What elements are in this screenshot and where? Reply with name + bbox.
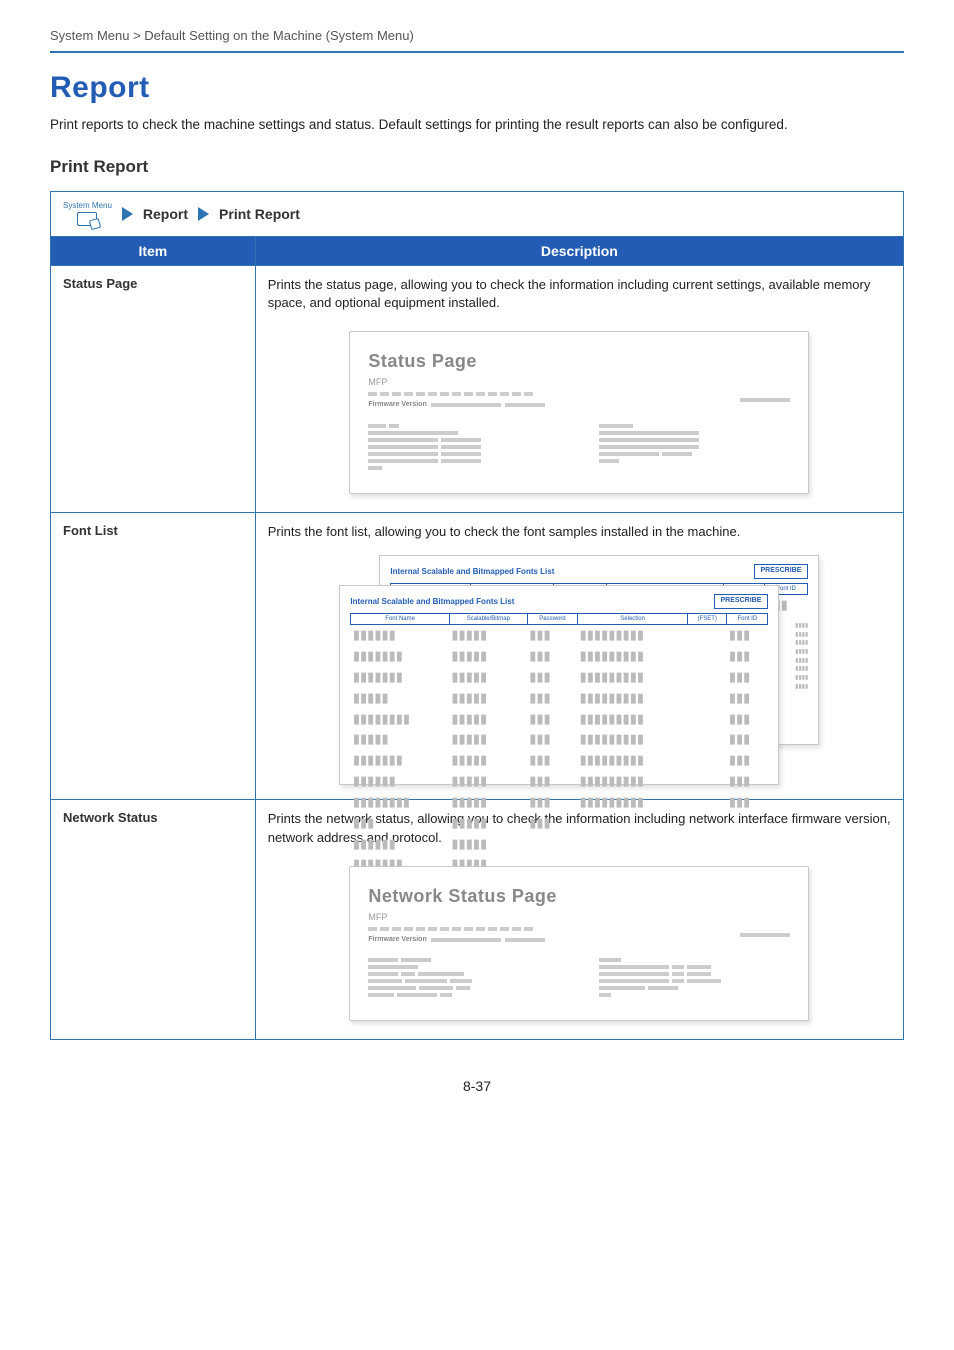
desc-text: Prints the status page, allowing you to … xyxy=(268,277,871,311)
font-col: (FSET) xyxy=(688,613,727,625)
chevron-right-icon xyxy=(198,207,209,221)
font-col: Scalable/Bitmap xyxy=(449,613,527,625)
nav-crumb-print-report: Print Report xyxy=(219,206,300,222)
item-cell: Status Page xyxy=(51,265,256,512)
font-table: Font NameScalable/BitmapPasswordSelectio… xyxy=(350,613,768,897)
mock-subtitle: MFP xyxy=(368,376,790,389)
firmware-label: Firmware Version xyxy=(368,935,426,945)
nav-path-box: System Menu Report Print Report xyxy=(50,191,904,236)
desc-text: Prints the font list, allowing you to ch… xyxy=(268,524,741,539)
font-mock-title: Internal Scalable and Bitmapped Fonts Li… xyxy=(390,566,554,578)
firmware-label: Firmware Version xyxy=(368,400,426,410)
col-header-description: Description xyxy=(255,236,903,265)
mock-subtitle: MFP xyxy=(368,911,790,924)
page-title: Report xyxy=(50,71,904,105)
firmware-row: Firmware Version xyxy=(368,935,790,945)
font-mock-title: Internal Scalable and Bitmapped Fonts Li… xyxy=(350,596,514,608)
table-row: Font List Prints the font list, allowing… xyxy=(51,512,904,800)
mock-title: Status Page xyxy=(368,348,790,374)
report-table: Item Description Status Page Prints the … xyxy=(50,236,904,1041)
table-row: Status Page Prints the status page, allo… xyxy=(51,265,904,512)
network-status-mock: Network Status Page MFP Firmware Version xyxy=(349,866,809,1021)
section-title: Print Report xyxy=(50,157,904,177)
divider xyxy=(50,51,904,53)
font-col: Selection xyxy=(578,613,688,625)
firmware-row: Firmware Version xyxy=(368,400,790,410)
desc-cell: Prints the status page, allowing you to … xyxy=(255,265,903,512)
status-page-mock: Status Page MFP Firmware Version xyxy=(349,331,809,493)
icon-label: System Menu xyxy=(63,202,112,210)
page-number: 8-37 xyxy=(50,1078,904,1094)
font-sheet-front: Internal Scalable and Bitmapped Fonts Li… xyxy=(339,585,779,785)
font-list-mock: Internal Scalable and Bitmapped Fonts Li… xyxy=(339,555,819,785)
font-col: Password xyxy=(527,613,577,625)
nav-crumb-report: Report xyxy=(143,206,188,222)
col-header-item: Item xyxy=(51,236,256,265)
item-cell: Font List xyxy=(51,512,256,800)
system-menu-icon: System Menu xyxy=(63,202,112,226)
item-cell: Network Status xyxy=(51,800,256,1040)
intro-text: Print reports to check the machine setti… xyxy=(50,115,904,135)
font-col: Font Name xyxy=(351,613,450,625)
chevron-right-icon xyxy=(122,207,133,221)
mock-title: Network Status Page xyxy=(368,883,790,909)
breadcrumb: System Menu > Default Setting on the Mac… xyxy=(50,28,904,51)
desc-cell: Prints the font list, allowing you to ch… xyxy=(255,512,903,800)
prescribe-badge: PRESCRIBE xyxy=(714,594,769,608)
font-col: Font ID xyxy=(727,613,768,625)
prescribe-badge: PRESCRIBE xyxy=(754,564,809,578)
